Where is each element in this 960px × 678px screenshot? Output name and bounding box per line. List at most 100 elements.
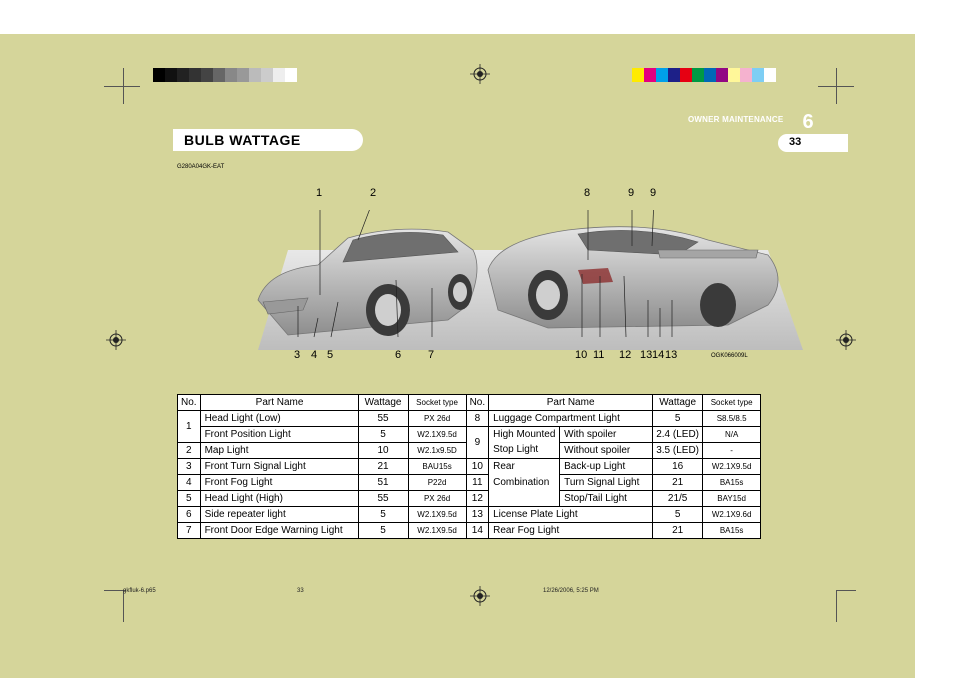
crop-mark [123,590,124,622]
row-sub-name: Turn Signal Light [559,474,654,491]
row-part-name: Side repeater light [199,506,359,523]
header-part-name: Part Name [199,394,359,411]
table-row: 5 Head Light (High) 55 PX 26d 12 Stop/Ta… [177,490,762,507]
row-wattage: 5 [652,506,704,523]
row-wattage: 2.4 (LED) [652,426,704,443]
row-socket: BAU15s [407,458,467,475]
row-part-name: Rear [488,458,561,475]
section-title: OWNER MAINTENANCE [688,115,784,124]
footer-page: 33 [297,588,304,594]
crop-mark [836,590,837,622]
row-part-name: Stop Light [488,442,561,459]
table-row: Front Position Light 5 W2.1X9.5d 9 High … [178,426,762,459]
row-part-name [488,490,561,507]
row-socket: S8.5/8.5 [702,410,762,427]
row-socket: N/A [702,426,762,443]
row-wattage: 16 [652,458,704,475]
row-no: 14 [465,522,490,539]
row-part-name: License Plate Light [488,506,654,523]
row-wattage: 21/5 [652,490,704,507]
row-part-name: Front Door Edge Warning Light [199,522,359,539]
row-part-name: Head Light (High) [199,490,359,507]
row-no: 11 [465,474,490,491]
figure-label: 10 [575,349,588,361]
row-no: 5 [177,490,201,507]
row-socket: W2.1X9.5d [407,426,467,443]
figure-label: 3 [294,349,301,361]
figure-label: 9 [650,187,657,199]
crop-mark [836,590,856,591]
figure-label: 12 [619,349,632,361]
row-no: 6 [177,506,201,523]
page-title: BULB WATTAGE [184,132,301,148]
row-part-name: Map Light [199,442,359,459]
registration-mark-icon [836,330,856,350]
doc-code: G280A04GK-EAT [177,164,225,170]
figure-label: 11 [593,349,605,361]
row-socket: W2.1X9.5d [407,522,467,539]
figure-label: 8 [584,187,591,199]
header-no: No. [177,394,201,411]
row-socket: W2.1X9.5d [702,458,762,475]
row-no: 7 [177,522,201,539]
figure-label: 14 [652,349,665,361]
figure-label: 7 [428,349,435,361]
figure-label: 13 [640,349,653,361]
row-part-name: Front Fog Light [199,474,359,491]
figure-label: 6 [395,349,402,361]
rear-car [487,226,779,329]
row-socket: PX 26d [407,410,467,427]
table-row: 1 Head Light (Low) 55 PX 26d 8 Luggage C… [177,410,762,443]
row-wattage: 55 [357,410,409,427]
header-wattage: Wattage [357,394,409,411]
table-row: 6 Side repeater light 5 W2.1X9.5d 13 Lic… [177,506,762,523]
row-sub-name: With spoiler [559,426,654,443]
row-no: 2 [177,442,201,459]
row-no: 13 [465,506,490,523]
crop-mark [818,86,854,87]
table-row: 7 Front Door Edge Warning Light 5 W2.1X9… [177,522,762,539]
figure-label: 9 [628,187,635,199]
chapter-number: 6 [795,109,821,135]
row-socket: W2.1x9.5D [407,442,467,459]
row-sub-name: Stop/Tail Light [559,490,654,507]
row-wattage: 21 [357,458,409,475]
color-calibration-bar [632,68,776,82]
row-wattage: 51 [357,474,409,491]
row-wattage: 55 [357,490,409,507]
figure-label: 5 [327,349,334,361]
header-socket-type: Socket type [407,394,467,411]
figure-label: 13 [665,349,678,361]
bulb-wattage-table: No. Part Name Wattage Socket type No. Pa… [177,394,762,539]
page-number: 33 [789,136,802,148]
footer-timestamp: 12/26/2006, 5:25 PM [543,588,599,594]
figure-label: 4 [311,349,318,361]
row-socket: BAY15d [702,490,762,507]
row-wattage: 21 [652,474,704,491]
row-socket: W2.1X9.5d [407,506,467,523]
row-wattage: 5 [357,506,409,523]
table-header-row: No. Part Name Wattage Socket type No. Pa… [177,394,762,411]
row-no: 9 [465,426,490,459]
footer-file: gkfluk-6.p65 [123,588,156,594]
registration-mark-icon [470,586,490,606]
row-wattage: 5 [357,426,409,443]
row-sub-name: Without spoiler [559,442,654,459]
front-car [257,228,478,336]
row-no: 3 [177,458,201,475]
image-code: OGK066009L [711,353,748,359]
row-no: 10 [465,458,490,475]
grayscale-calibration-bar [153,68,297,82]
row-socket: PX 26d [407,490,467,507]
row-part-name: Rear Fog Light [488,522,654,539]
table-row: 4 Front Fog Light 51 P22d 11 Combination… [177,474,762,491]
row-wattage: 3.5 (LED) [652,442,704,459]
header-wattage: Wattage [652,394,704,411]
row-wattage: 5 [357,522,409,539]
row-no: 12 [465,490,490,507]
crop-mark [104,86,140,87]
registration-mark-icon [470,64,490,84]
row-wattage: 5 [652,410,704,427]
row-socket: - [702,442,762,459]
row-wattage: 10 [357,442,409,459]
